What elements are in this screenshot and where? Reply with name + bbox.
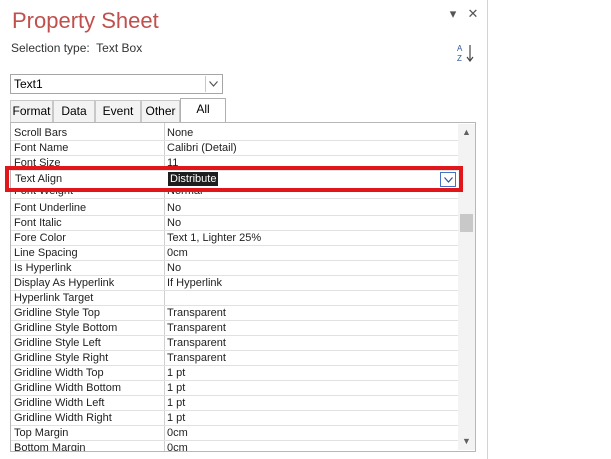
property-row[interactable]: Gridline Width Bottom 1 pt [11, 381, 459, 396]
property-value[interactable]: Transparent [167, 337, 226, 349]
property-name: Gridline Width Top [14, 367, 104, 379]
scroll-down-icon[interactable]: ▼ [462, 436, 471, 446]
chevron-down-icon[interactable] [205, 76, 221, 92]
property-value[interactable]: 0cm [167, 442, 188, 451]
property-value[interactable]: Calibri (Detail) [167, 142, 237, 154]
property-name: Gridline Width Bottom [14, 382, 121, 394]
property-value[interactable]: No [167, 202, 181, 214]
svg-text:A: A [457, 44, 463, 53]
object-selector-combo[interactable]: Text1 [10, 74, 223, 94]
property-value[interactable]: Transparent [167, 322, 226, 334]
tab-data[interactable]: Data [53, 100, 95, 122]
property-name: Gridline Width Left [14, 397, 105, 409]
property-row[interactable]: Gridline Style Right Transparent [11, 351, 459, 366]
property-value[interactable]: Transparent [167, 352, 226, 364]
property-row[interactable]: Gridline Width Left 1 pt [11, 396, 459, 411]
property-row[interactable]: Display As Hyperlink If Hyperlink [11, 276, 459, 291]
property-row[interactable]: Gridline Width Right 1 pt [11, 411, 459, 426]
property-value[interactable]: None [167, 127, 193, 139]
property-name: Display As Hyperlink [14, 277, 115, 289]
scroll-thumb[interactable] [460, 214, 473, 232]
property-row[interactable]: Font Italic No [11, 216, 459, 231]
tab-format[interactable]: Format [10, 100, 53, 122]
close-pane-button[interactable]: ✕ [465, 6, 481, 22]
pane-menu-button[interactable]: ▾ [445, 6, 461, 22]
property-name: Gridline Style Top [14, 307, 101, 319]
property-value[interactable]: 0cm [167, 427, 188, 439]
property-name: Fore Color [14, 232, 66, 244]
property-value[interactable]: Transparent [167, 307, 226, 319]
property-row[interactable]: Bottom Margin 0cm [11, 441, 459, 452]
property-name: Top Margin [14, 427, 69, 439]
selection-type: Selection type: Text Box [11, 41, 142, 55]
property-name: Gridline Width Right [14, 412, 112, 424]
svg-text:Z: Z [457, 54, 462, 63]
property-name: Gridline Style Right [14, 352, 109, 364]
property-row[interactable]: Font Name Calibri (Detail) [11, 141, 459, 156]
property-name: Hyperlink Target [14, 292, 94, 304]
sort-az-icon[interactable]: A Z [455, 42, 477, 64]
property-value[interactable]: If Hyperlink [167, 277, 222, 289]
scroll-up-icon[interactable]: ▲ [462, 127, 471, 137]
property-value[interactable]: No [167, 262, 181, 274]
property-value[interactable]: 1 pt [167, 382, 185, 394]
property-name: Font Name [14, 142, 69, 154]
property-sheet-pane: Property Sheet ▾ ✕ Selection type: Text … [0, 0, 488, 459]
property-row[interactable]: Gridline Style Bottom Transparent [11, 321, 459, 336]
property-row[interactable]: Line Spacing 0cm [11, 246, 459, 261]
pane-title: Property Sheet [12, 8, 159, 33]
property-row[interactable]: Hyperlink Target [11, 291, 459, 306]
property-name: Line Spacing [14, 247, 78, 259]
property-row[interactable]: Fore Color Text 1, Lighter 25% [11, 231, 459, 246]
property-value[interactable]: 1 pt [167, 367, 185, 379]
property-row[interactable]: Gridline Width Top 1 pt [11, 366, 459, 381]
property-value[interactable]: 1 pt [167, 397, 185, 409]
property-name: Scroll Bars [14, 127, 68, 139]
property-value[interactable]: No [167, 217, 181, 229]
property-row[interactable]: Gridline Style Left Transparent [11, 336, 459, 351]
property-name: Gridline Style Bottom [14, 322, 118, 334]
selection-type-label: Selection type: [11, 41, 90, 55]
object-selector-value: Text1 [14, 77, 43, 91]
property-name: Is Hyperlink [14, 262, 72, 274]
property-row[interactable]: Font Underline No [11, 201, 459, 216]
property-value[interactable]: 0cm [167, 247, 188, 259]
property-name: Font Underline [14, 202, 87, 214]
property-row[interactable]: Top Margin 0cm [11, 426, 459, 441]
property-value[interactable]: 1 pt [167, 412, 185, 424]
property-value[interactable]: Text 1, Lighter 25% [167, 232, 261, 244]
highlight-box [5, 166, 463, 192]
property-row[interactable]: Is Hyperlink No [11, 261, 459, 276]
property-row[interactable]: Gridline Style Top Transparent [11, 306, 459, 321]
property-name: Bottom Margin [14, 442, 86, 452]
property-row[interactable]: Scroll Bars None [11, 126, 459, 141]
property-name: Gridline Style Left [14, 337, 101, 349]
tab-all[interactable]: All [180, 98, 226, 122]
tab-other[interactable]: Other [141, 100, 180, 122]
tab-event[interactable]: Event [95, 100, 141, 122]
selection-type-value: Text Box [96, 41, 143, 55]
property-name: Font Italic [14, 217, 62, 229]
